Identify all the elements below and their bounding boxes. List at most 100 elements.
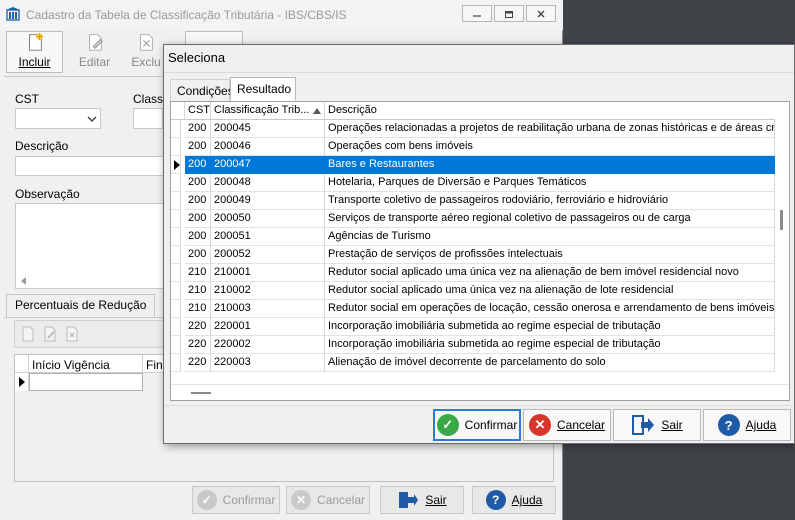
help-icon: ? [485, 490, 506, 510]
tab-percentuais-reducao[interactable]: Percentuais de Redução [6, 294, 156, 317]
editar-button[interactable]: Editar [66, 31, 123, 73]
sub-toolbar [14, 320, 164, 348]
dialog-ajuda-button[interactable]: ? Ajuda [703, 409, 791, 441]
table-row[interactable]: 200 200048 Hotelaria, Parques de Diversão … [171, 174, 775, 192]
cell-descricao: Alienação de imóvel decorrente de parcel… [325, 354, 775, 372]
main-cancelar-label: Cancelar [316, 493, 366, 507]
tab-percentuais-label: Percentuais de Redução [15, 298, 147, 312]
cell-cst: 200 [185, 246, 211, 264]
incluir-button[interactable]: Incluir [6, 31, 63, 73]
vertical-scrollbar[interactable] [775, 102, 789, 384]
dialog-confirmar-button[interactable]: ✓ Confirmar [433, 409, 521, 441]
sub-edit-icon[interactable] [41, 325, 59, 343]
main-sair-button[interactable]: Sair [380, 486, 464, 514]
resultado-grid[interactable]: CST Classificação Trib... Descrição 200 2… [170, 101, 790, 401]
cancel-x-icon: ✕ [528, 414, 551, 436]
row-indicator [171, 354, 181, 372]
grid-header: CST Classificação Trib... Descrição [171, 102, 775, 120]
cell-classificacao: 200049 [211, 192, 325, 210]
current-row-pointer-icon [174, 160, 180, 170]
cell-cst: 220 [185, 336, 211, 354]
minimize-button[interactable] [462, 5, 492, 22]
table-row[interactable]: 220 220001 Incorporação imobiliária submet… [171, 318, 775, 336]
cell-descricao: Prestação de serviços de profissões inte… [325, 246, 775, 264]
col-classificacao[interactable]: Classificação Trib... [211, 102, 325, 120]
main-sair-label: Sair [425, 493, 447, 507]
help-question-icon: ? [717, 414, 740, 436]
cell-cst: 200 [185, 228, 211, 246]
classificacao-field[interactable] [133, 108, 163, 129]
row-indicator [171, 282, 181, 300]
cell-cst: 220 [185, 318, 211, 336]
row-indicator [171, 174, 181, 192]
table-row[interactable]: 210 210001 Redutor social aplicado uma úni… [171, 264, 775, 282]
cell-classificacao: 200048 [211, 174, 325, 192]
table-row-empty[interactable] [29, 373, 143, 391]
tab-resultado-label: Resultado [237, 82, 292, 96]
table-row[interactable]: 210 210002 Redutor social aplicado uma úni… [171, 282, 775, 300]
dialog-ajuda-label: Ajuda [745, 418, 777, 432]
excluir-button[interactable]: Exclu [124, 31, 168, 73]
row-indicator [171, 138, 181, 156]
main-window-title: Cadastro da Tabela de Classificação Trib… [26, 8, 347, 22]
main-cancelar-button[interactable]: ✕ Cancelar [286, 486, 370, 514]
table-row[interactable]: 200 200047 Bares e Restaurantes [171, 156, 775, 174]
tab-resultado[interactable]: Resultado [230, 77, 296, 101]
maximize-button[interactable] [494, 5, 524, 22]
table-row[interactable]: 210 210003 Redutor social em operações de … [171, 300, 775, 318]
table-row[interactable]: 220 220002 Incorporação imobiliária submet… [171, 336, 775, 354]
vertical-scroll-thumb[interactable] [780, 210, 783, 230]
tab-condicoes[interactable]: Condições [170, 79, 234, 101]
row-indicator [171, 192, 181, 210]
print-button[interactable] [185, 31, 243, 45]
horizontal-scrollbar[interactable] [171, 384, 789, 400]
row-pointer-icon [19, 377, 25, 387]
scroll-left-icon[interactable] [20, 277, 28, 285]
row-indicator [171, 246, 181, 264]
descricao-label: Descrição [15, 139, 69, 153]
sub-add-icon[interactable] [19, 325, 37, 343]
cell-descricao: Incorporação imobiliária submetida ao re… [325, 318, 775, 336]
main-ajuda-label: Ajuda [511, 493, 543, 507]
seleciona-dialog: Seleciona Condições Resultado CST Classi… [163, 44, 795, 444]
cell-classificacao: 200045 [211, 120, 325, 138]
close-window-button[interactable] [526, 5, 556, 22]
cst-select[interactable] [15, 108, 101, 129]
horizontal-scroll-thumb[interactable] [191, 392, 211, 394]
grid-header-corner [171, 102, 185, 120]
table-row[interactable]: 200 200052 Prestação de serviços de profis… [171, 246, 775, 264]
edit-document-icon [88, 34, 103, 51]
exit-door-icon [399, 492, 419, 508]
table-row[interactable]: 200 200050 Serviços de transporte aéreo re… [171, 210, 775, 228]
cst-label: CST [15, 92, 39, 106]
col-cst[interactable]: CST [185, 102, 211, 120]
main-confirmar-button[interactable]: ✓ Confirmar [192, 486, 280, 514]
cell-classificacao: 220003 [211, 354, 325, 372]
table-row[interactable]: 200 200046 Operações com bens imóveis [171, 138, 775, 156]
cell-cst: 200 [185, 210, 211, 228]
table-row[interactable]: 220 220003 Alienação de imóvel decorrente … [171, 354, 775, 372]
col-descricao-label: Descrição [328, 104, 377, 116]
dialog-title-divider [164, 72, 794, 73]
editar-label: Editar [78, 55, 111, 69]
sub-delete-icon[interactable] [63, 325, 81, 343]
descricao-field[interactable] [15, 156, 165, 176]
dialog-cancelar-button[interactable]: ✕ Cancelar [523, 409, 611, 441]
delete-document-icon [140, 34, 153, 51]
row-indicator [171, 336, 181, 354]
main-title-bar[interactable]: Cadastro da Tabela de Classificação Trib… [0, 0, 563, 30]
dialog-sair-button[interactable]: Sair [613, 409, 701, 441]
table-row[interactable]: 200 200051 Agências de Turismo [171, 228, 775, 246]
table-row[interactable]: 200 200049 Transporte coletivo de passagei… [171, 192, 775, 210]
new-document-icon [28, 32, 43, 51]
observacao-textarea[interactable] [15, 203, 165, 289]
col-descricao[interactable]: Descrição [325, 102, 775, 120]
col-cst-label: CST [188, 104, 210, 116]
cell-cst: 200 [185, 120, 211, 138]
cell-descricao: Transporte coletivo de passageiros rodov… [325, 192, 775, 210]
cell-cst: 210 [185, 300, 211, 318]
app-building-icon [6, 7, 20, 21]
table-row[interactable]: 200 200045 Operações relacionadas a projet… [171, 120, 775, 138]
col-inicio-vigencia[interactable]: Início Vigência [29, 355, 143, 373]
main-ajuda-button[interactable]: ? Ajuda [472, 486, 556, 514]
